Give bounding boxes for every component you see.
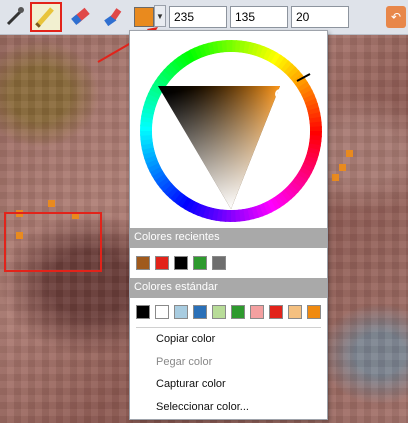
chevron-down-icon: ▼ [156, 11, 164, 21]
standard-color-swatch[interactable] [155, 305, 169, 319]
current-color-swatch[interactable] [134, 7, 154, 27]
red-input[interactable]: 235 [169, 6, 227, 28]
color-picker-dropdown: Colores recientes Colores estándar Copia… [129, 30, 328, 420]
color-replace-tool[interactable] [100, 3, 126, 29]
standard-color-swatch[interactable] [174, 305, 188, 319]
color-wheel[interactable] [130, 31, 327, 227]
recent-color-swatch[interactable] [212, 256, 226, 270]
standard-colors-header: Colores estándar [130, 278, 327, 298]
standard-color-swatch[interactable] [193, 305, 207, 319]
select-color-item[interactable]: Seleccionar color... [156, 401, 249, 413]
eyedropper-icon [6, 7, 24, 26]
standard-color-swatch[interactable] [136, 305, 150, 319]
standard-color-swatch[interactable] [250, 305, 264, 319]
capture-color-item[interactable]: Capturar color [156, 378, 226, 390]
copy-color-item[interactable]: Copiar color [156, 333, 215, 345]
blue-input[interactable]: 20 [291, 6, 349, 28]
color-replace-icon [104, 8, 122, 27]
standard-color-swatch[interactable] [269, 305, 283, 319]
color-dropdown-button[interactable]: ▼ [154, 5, 166, 27]
divider [136, 327, 321, 328]
paste-color-item: Pegar color [156, 356, 213, 368]
standard-color-swatch[interactable] [231, 305, 245, 319]
orange-pixel [346, 150, 353, 157]
orange-pixel [48, 200, 55, 207]
eraser-tool[interactable] [68, 3, 94, 29]
recent-color-swatch[interactable] [136, 256, 150, 270]
recent-color-swatch[interactable] [155, 256, 169, 270]
standard-color-swatch[interactable] [288, 305, 302, 319]
highlight-rectangle [4, 212, 102, 272]
orange-pixel [332, 174, 339, 181]
recent-colors-header: Colores recientes [130, 228, 327, 248]
eyedropper-tool[interactable] [2, 3, 28, 29]
undo-button[interactable]: ↶ [386, 6, 406, 28]
standard-color-swatch[interactable] [307, 305, 321, 319]
eraser-icon [71, 7, 90, 25]
pencil-icon [35, 7, 54, 28]
orange-pixel [339, 164, 346, 171]
undo-icon: ↶ [390, 10, 402, 24]
recent-color-swatch[interactable] [174, 256, 188, 270]
standard-color-swatch[interactable] [212, 305, 226, 319]
recent-color-swatch[interactable] [193, 256, 207, 270]
pencil-tool[interactable] [30, 2, 62, 32]
green-input[interactable]: 135 [230, 6, 288, 28]
